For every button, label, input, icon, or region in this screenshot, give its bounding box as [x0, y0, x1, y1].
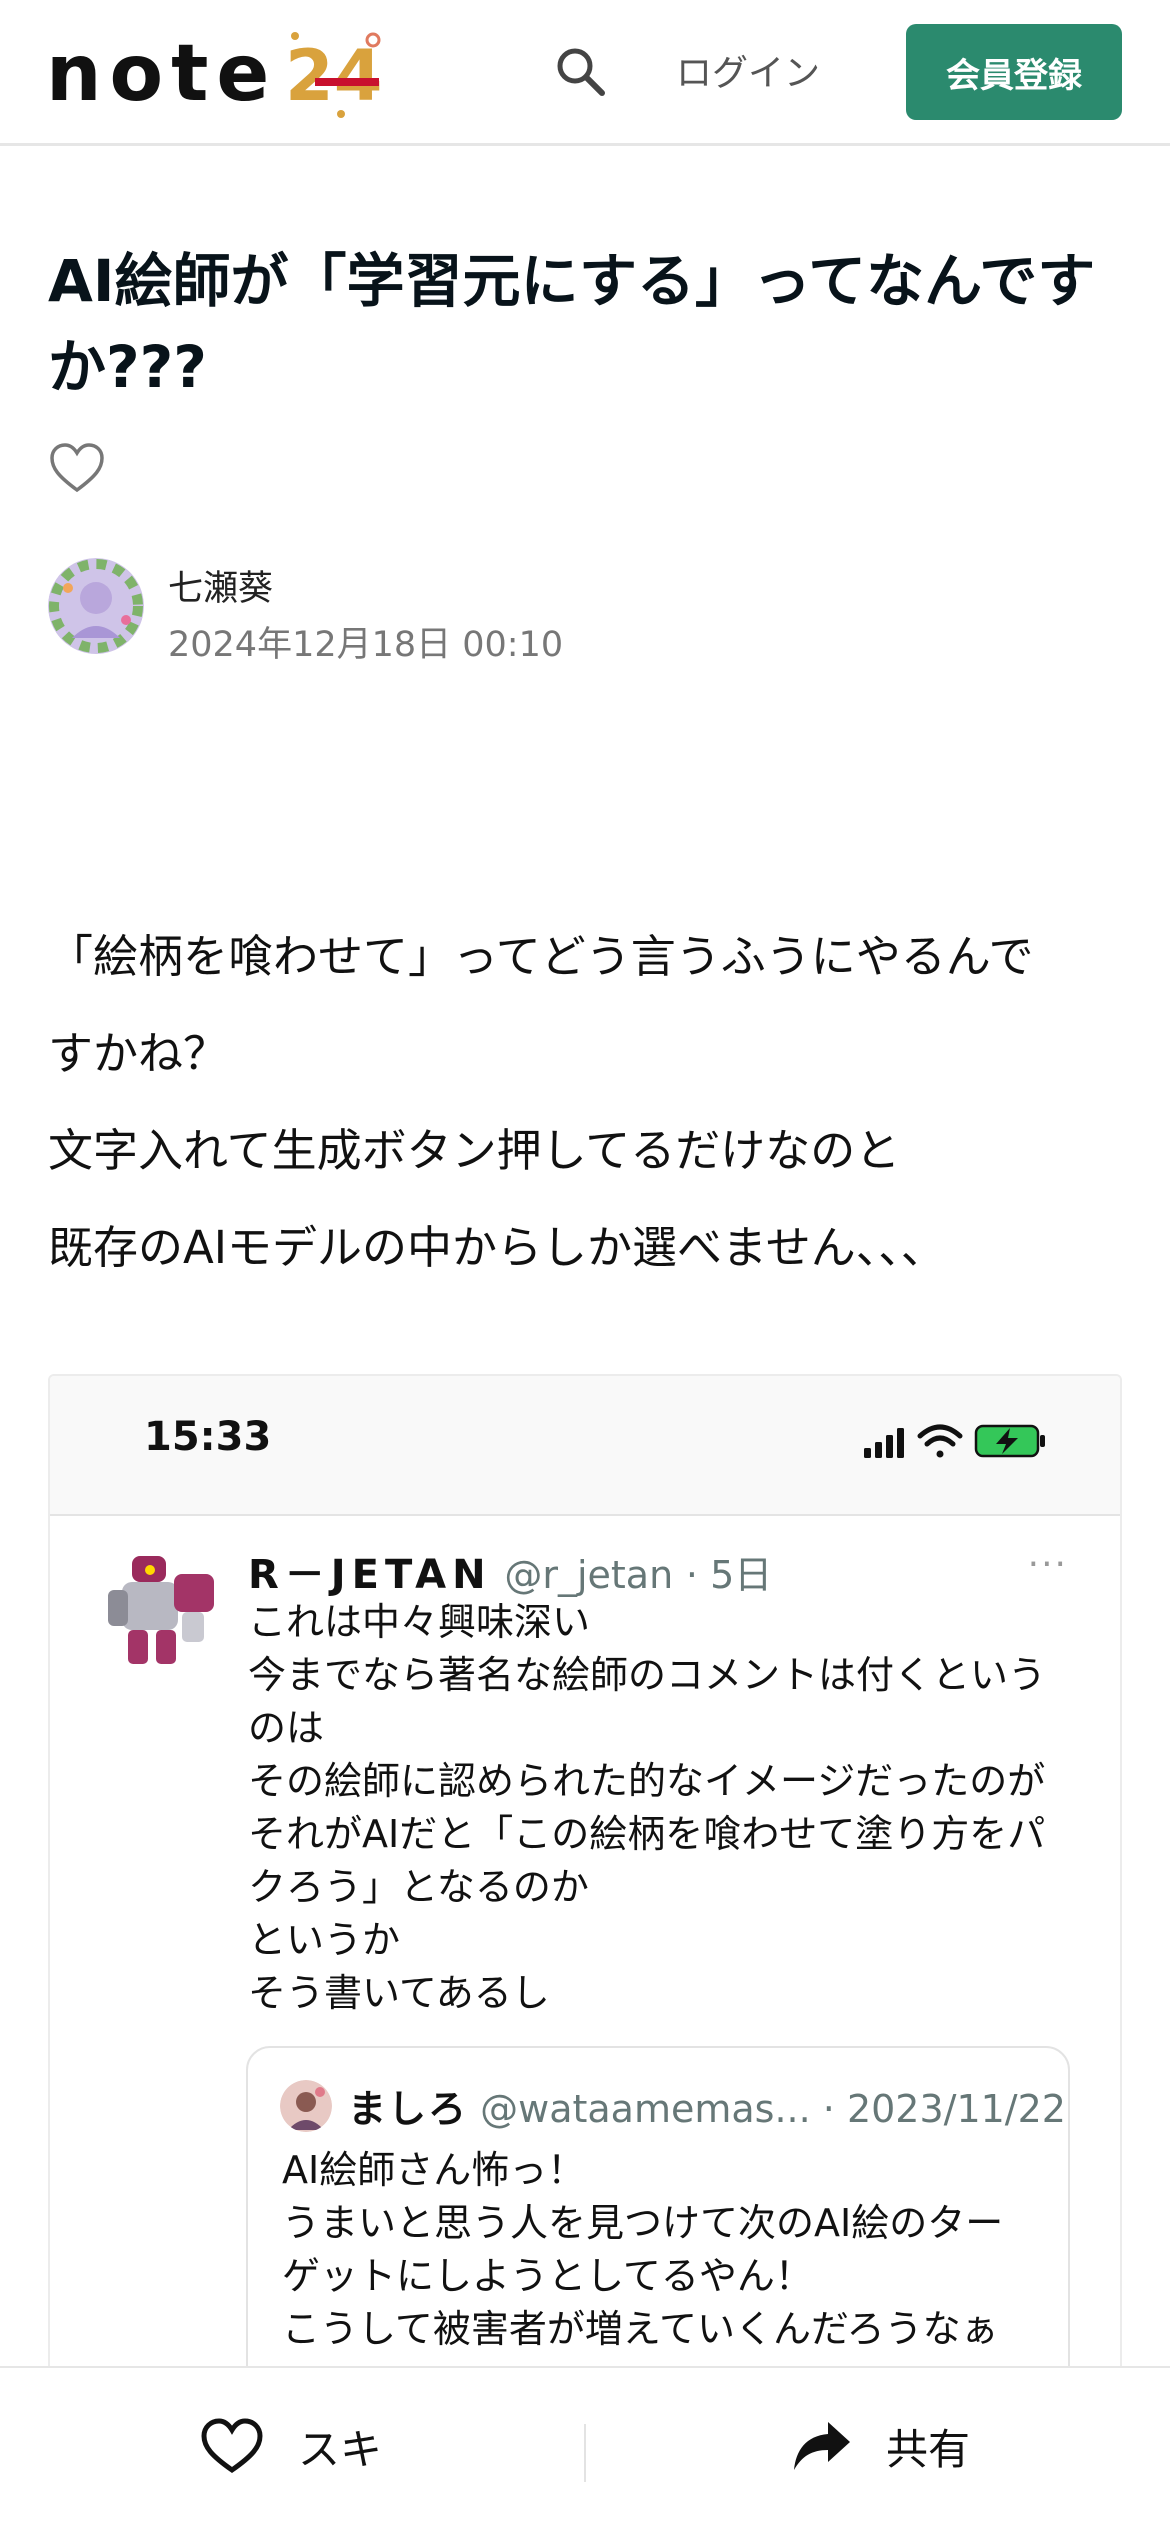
heart-icon [201, 2418, 263, 2474]
top-header: note 24 ログイン 会員登録 [0, 0, 1170, 146]
quote-line: ゲットにしようとしてるやん！ [282, 2254, 813, 2298]
like-button[interactable] [48, 440, 108, 500]
status-icons [864, 1424, 1045, 1458]
tweet-line: 今までなら著名な絵師のコメントは付くという [248, 1653, 1047, 1697]
signup-button[interactable]: 会員登録 [906, 24, 1122, 120]
suki-button[interactable]: スキ [200, 2408, 382, 2484]
share-label: 共有 [886, 2424, 971, 2474]
tweet-avatar [102, 1546, 230, 1674]
login-link[interactable]: ログイン [676, 44, 820, 96]
quote-line: うまいと思う人を見つけて次のAI絵のター [282, 2201, 1004, 2245]
tweet-line: これは中々興味深い [248, 1600, 591, 1644]
quote-line: AI絵師さん怖っ！ [282, 2148, 586, 2192]
suki-label: スキ [298, 2424, 383, 2474]
bottom-action-bar: スキ 共有 [0, 2366, 1170, 2532]
quote-avatar [280, 2080, 332, 2132]
quote-avatar-image [280, 2080, 332, 2132]
author-avatar[interactable] [48, 558, 144, 654]
body-paragraph: 「絵柄を喰わせて」ってどう言うふうにやるんで [48, 930, 1034, 983]
tweet-line: その絵師に認められた的なイメージだったのが [248, 1759, 1046, 1803]
article-title: AI絵師が「学習元にする」ってなんですか??? [48, 247, 1096, 401]
tweet-line: それがAIだと「この絵柄を喰わせて塗り方をパ [248, 1812, 1046, 1856]
logo-text: note [46, 29, 278, 119]
tweet-age: · 5日 [685, 1553, 773, 1597]
quote-line: こうして被害者が増えていくんだろうなぁ [282, 2307, 999, 2351]
tweet-author-name: R－JETAN [248, 1552, 492, 1598]
author-name[interactable]: 七瀬葵 [168, 560, 273, 611]
body-paragraph: 既存のAIモデルの中からしか選べません、、、 [48, 1221, 946, 1274]
phone-time: 15:33 [144, 1414, 272, 1460]
anniversary-badge-icon: 24 [285, 32, 383, 118]
article-body: 「絵柄を喰わせて」ってどう言うふうにやるんで すかね？ 文字入れて生成ボタン押し… [48, 908, 1138, 1296]
quote-text: AI絵師さん怖っ！ うまいと思う人を見つけて次のAI絵のター ゲットにしようとし… [282, 2144, 1062, 2356]
embedded-screenshot[interactable]: 15:33 R－JETAN @r_jetan · 5日 ··· これは中々興味深… [48, 1374, 1122, 2374]
quote-header: ましろ @wataamemas... · 2023/11/22 [348, 2078, 1066, 2133]
author-avatar-image [48, 558, 144, 654]
quoted-tweet: ましろ @wataamemas... · 2023/11/22 AI絵師さん怖っ… [246, 2046, 1070, 2372]
tweet-text: これは中々興味深い 今までなら著名な絵師のコメントは付くという のは その絵師に… [248, 1596, 1088, 2020]
robot-avatar-icon [108, 1556, 214, 1664]
tweet-line: のは [248, 1706, 325, 1750]
wifi-icon [917, 1424, 963, 1458]
share-button[interactable]: 共有 [792, 2408, 970, 2484]
badge-text: 24 [285, 35, 382, 117]
tweet-line: というか [248, 1918, 401, 1962]
phone-status-bar: 15:33 [50, 1376, 1120, 1516]
tweet-line: クろう」となるのか [248, 1865, 589, 1909]
body-paragraph: 文字入れて生成ボタン押してるだけなのと [48, 1124, 901, 1177]
post-date: 2024年12月18日 00:10 [168, 625, 564, 665]
tweet-handle: @r_jetan [504, 1553, 674, 1597]
note-logo[interactable]: note 24 [46, 26, 389, 122]
quote-handle: @wataamemas... [480, 2087, 811, 2131]
share-arrow-icon [794, 2422, 850, 2470]
battery-charging-icon [974, 1424, 1045, 1458]
signal-icon [864, 1428, 904, 1458]
more-options-icon: ··· [1027, 1544, 1068, 1585]
search-icon [557, 48, 605, 96]
quote-date: · 2023/11/22 [822, 2087, 1066, 2131]
search-button[interactable] [548, 36, 612, 106]
tweet-header: R－JETAN @r_jetan · 5日 [248, 1542, 772, 1600]
heart-outline-icon [50, 443, 104, 493]
quote-author-name: ましろ [348, 2087, 469, 2131]
tweet-line: そう書いてあるし [248, 1971, 550, 2015]
bar-divider [584, 2424, 586, 2482]
body-paragraph: すかね？ [48, 1027, 229, 1080]
